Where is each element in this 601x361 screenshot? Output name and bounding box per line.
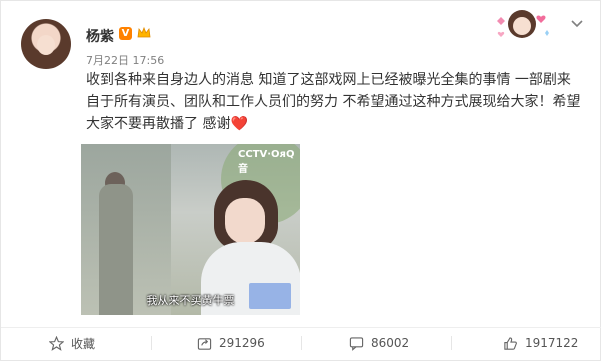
post-timestamp[interactable]: 7月22日 17:56 bbox=[86, 52, 164, 68]
favorite-label: 收藏 bbox=[71, 336, 96, 351]
username[interactable]: 杨紫 bbox=[86, 26, 114, 46]
comment-count: 86002 bbox=[371, 336, 410, 350]
divider bbox=[451, 336, 452, 350]
video-watermark: CCTV·OᴙQ音 bbox=[238, 149, 295, 175]
divider bbox=[151, 336, 152, 350]
divider bbox=[301, 336, 302, 350]
chevron-down-icon[interactable] bbox=[570, 19, 584, 29]
post-image[interactable]: CCTV·OᴙQ音 我从来不买黄牛票 bbox=[81, 144, 300, 315]
post-body: 收到各种来自身边人的消息 知道了这部戏网上已经被曝光全集的事情 一部剧来自于所有… bbox=[86, 72, 581, 132]
share-icon bbox=[197, 337, 212, 350]
heart-emoji: ❤️ bbox=[230, 116, 248, 132]
action-bar: 收藏 291296 86002 1917122 bbox=[1, 327, 601, 353]
post-text: 收到各种来自身边人的消息 知道了这部戏网上已经被曝光全集的事情 一部剧来自于所有… bbox=[86, 69, 584, 135]
like-button[interactable]: 1917122 bbox=[503, 335, 578, 351]
crown-icon bbox=[137, 26, 151, 38]
comment-icon bbox=[349, 336, 364, 351]
share-count: 291296 bbox=[219, 336, 265, 350]
star-icon bbox=[49, 335, 64, 351]
avatar[interactable] bbox=[21, 19, 71, 69]
sticker-decoration bbox=[497, 10, 549, 38]
verified-icon: V bbox=[119, 27, 132, 40]
favorite-button[interactable]: 收藏 bbox=[49, 335, 95, 351]
like-icon bbox=[504, 336, 517, 350]
like-count: 1917122 bbox=[525, 336, 579, 350]
video-subtitle: 我从来不买黄牛票 bbox=[146, 294, 235, 307]
comment-button[interactable]: 86002 bbox=[349, 335, 409, 351]
weibo-post-card: 杨紫 V 7月22日 17:56 收到各种来自身边人的消息 知道了这部戏网上已经… bbox=[0, 0, 601, 361]
share-button[interactable]: 291296 bbox=[197, 335, 265, 351]
